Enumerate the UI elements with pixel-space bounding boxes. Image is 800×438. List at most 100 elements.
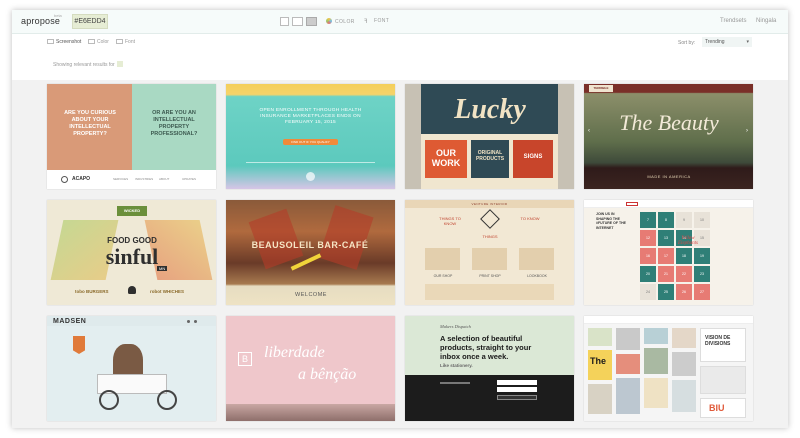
tile6-lobster-left <box>248 208 304 270</box>
tile9-icon-1 <box>187 320 190 323</box>
tile7-image-1 <box>425 248 460 270</box>
mode-screenshot[interactable]: Screenshot <box>47 39 81 45</box>
tile1-nav-3: ABOUT <box>159 177 170 181</box>
filter-bar: Screenshot Color Font Sort by: Trending ▾… <box>12 34 788 84</box>
tile12-card-1 <box>588 328 612 346</box>
beta-badge: beta <box>54 13 62 18</box>
calendar-cell: 23 <box>694 266 710 282</box>
font-tool[interactable]: ꟻ FONT <box>364 18 390 25</box>
calendar-cell: 19 <box>694 248 710 264</box>
tile6-welcome: WELCOME <box>295 292 327 298</box>
result-tile-health-insurance[interactable]: OPEN ENROLLMENT THROUGH HEALTH INSURANCE… <box>226 84 395 189</box>
sort-select[interactable]: Trending ▾ <box>702 37 752 47</box>
results-text: Showing relevant results for <box>53 61 123 68</box>
result-tile-liberdade[interactable]: B liberdade a bênção <box>226 316 395 421</box>
result-tile-acapo[interactable]: ARE YOU CURIOUS ABOUT YOUR INTELLECTUAL … <box>47 84 216 189</box>
calendar-cell: 18 <box>676 248 692 264</box>
result-tile-makers-dispatch[interactable]: Makers Dispatch A selection of beautiful… <box>405 316 574 421</box>
tile12-card-12 <box>672 380 696 412</box>
tile12-header <box>584 316 753 324</box>
calendar-cell: 22 <box>676 266 692 282</box>
app-window: apropose beta #E6EDD4 COLOR ꟻ FONT Trends… <box>12 10 788 428</box>
tile12-poster-1: VISION DE DIVISIONS <box>700 328 746 362</box>
tile7-item-1: THINGS TO KNOW <box>439 216 461 226</box>
result-tile-calendar[interactable]: JOIN US IN SHAPING THE #FUTURE OF THE IN… <box>584 200 753 305</box>
tile3-signs: SIGNS <box>513 140 553 178</box>
calendar-cell: 9 <box>676 212 692 228</box>
nav-ningala[interactable]: Ningala <box>756 18 776 24</box>
calendar-cell: 17 <box>658 248 674 264</box>
result-tile-gallery[interactable]: VISION DE DIVISIONS The BIU <box>584 316 753 421</box>
tile1-nav-2: INDUSTRIES <box>135 177 154 181</box>
result-tile-the-beauty[interactable]: TERRIBLE The Beauty ‹ › MADE IN AMERICA <box>584 84 753 189</box>
color-tool-label: COLOR <box>335 19 355 25</box>
chef-hat-icon <box>128 286 136 294</box>
tile12-card-10 <box>616 378 640 414</box>
tile5-right-label: robot WHICHES <box>150 289 184 294</box>
tile7-item-6: LOOKBOOK <box>527 274 547 278</box>
color-tool[interactable]: COLOR <box>326 18 355 25</box>
mode-font[interactable]: Font <box>116 39 135 45</box>
desktop-view-icon[interactable] <box>306 17 317 26</box>
font-tool-label: FONT <box>374 18 390 24</box>
font-mode-icon <box>116 39 123 44</box>
tile12-card-11 <box>644 378 668 408</box>
tile7-image-2 <box>472 248 507 270</box>
tile7-item-2: TO KNOW <box>520 216 540 221</box>
tile3-our-work: OUR WORK <box>425 140 467 178</box>
tile3-originals: ORIGINAL PRODUCTS <box>471 140 509 178</box>
carousel-next-icon: › <box>746 128 748 134</box>
result-tile-wicked-food[interactable]: WICKED FOOD GOOD sinful MN tobo BURGERS … <box>47 200 216 305</box>
tile5-mn: MN <box>157 266 168 271</box>
tile9-wheel-front <box>157 390 177 410</box>
mode-color[interactable]: Color <box>88 39 109 45</box>
calendar-cell: 21 <box>658 266 674 282</box>
results-grid: ARE YOU CURIOUS ABOUT YOUR INTELLECTUAL … <box>12 80 788 428</box>
mode-font-label: Font <box>125 39 136 45</box>
nav-trendsets[interactable]: Trendsets <box>720 18 746 24</box>
carousel-prev-icon: ‹ <box>588 128 590 134</box>
tile11-panel-text <box>440 382 470 384</box>
tile11-brand: Makers Dispatch <box>440 324 471 329</box>
color-wheel-icon <box>326 18 332 24</box>
tile11-sub: Like stationery. <box>440 363 473 368</box>
result-tile-lucky[interactable]: Lucky OUR WORK ORIGINAL PRODUCTS SIGNS <box>405 84 574 189</box>
sort-value: Trending <box>705 39 725 45</box>
tile5-big: sinful <box>105 244 159 269</box>
selected-color-chip[interactable]: #E6EDD4 <box>72 14 108 29</box>
madsen-shield-icon <box>73 336 85 354</box>
tile10-line2: a bênção <box>298 366 357 383</box>
tile7-item-3: THINGS <box>482 234 498 239</box>
tile2-cta: FIND OUT IF YOU QUALIFY <box>283 139 338 145</box>
calendar-cell: 27 <box>694 284 710 300</box>
tile12-card-3 <box>644 328 668 344</box>
mobile-view-icon[interactable] <box>280 17 289 26</box>
tile4-title: The Beauty <box>619 110 719 135</box>
mode-color-label: Color <box>97 39 109 45</box>
result-tile-beausoleil[interactable]: BEAUSOLEIL BAR-CAFÉ WELCOME <box>226 200 395 305</box>
tile11-signup-panel <box>405 375 574 421</box>
tile7-item-5: PRINT SHOP <box>479 274 501 278</box>
tile5-badge: WICKED <box>117 206 147 216</box>
tile8-text: JOIN US IN SHAPING THE #FUTURE OF THE IN… <box>596 212 626 230</box>
tablet-view-icon[interactable] <box>292 17 303 26</box>
tile9-brand: MADSEN <box>53 318 87 325</box>
tile3-title: Lucky <box>454 94 526 125</box>
result-tile-madsen[interactable]: MADSEN <box>47 316 216 421</box>
tile12-card-9 <box>588 384 612 414</box>
result-tile-venture[interactable]: VENTURE INTERIOR THINGS TO KNOW TO KNOW … <box>405 200 574 305</box>
calendar-cell: 13 <box>658 230 674 246</box>
tile11-headline: A selection of beautiful products, strai… <box>440 334 532 361</box>
calendar-cell: 8 <box>658 212 674 228</box>
tile12-poster-3: BIU <box>700 398 746 418</box>
tile11-name-input <box>497 387 537 392</box>
mode-screenshot-label: Screenshot <box>56 39 82 45</box>
tile8-header <box>584 200 753 208</box>
tile11-email-input <box>497 380 537 385</box>
tile3-right-strip <box>558 84 574 189</box>
tile4-sub: MADE IN AMERICA <box>647 174 691 179</box>
tile12-poster-2: The <box>588 350 612 380</box>
sort-label: Sort by: <box>678 40 696 46</box>
tile7-footer-art <box>425 284 554 300</box>
tile1-left-text: ARE YOU CURIOUS ABOUT YOUR INTELLECTUAL … <box>64 110 116 137</box>
